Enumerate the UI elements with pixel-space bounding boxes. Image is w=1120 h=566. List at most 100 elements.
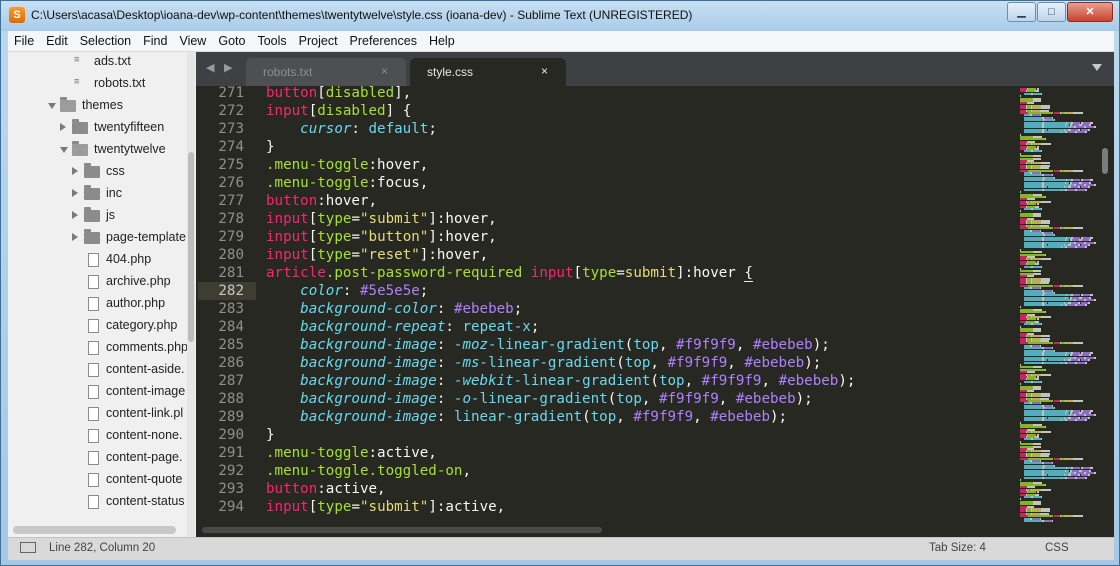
- tab-list-dropdown-icon[interactable]: [1092, 64, 1102, 71]
- sidebar-item[interactable]: css: [8, 161, 188, 183]
- code-text: cursor: default;: [300, 121, 437, 137]
- code-line[interactable]: 281 article.post-password-required input[…: [196, 264, 1008, 282]
- code-text: button:hover,: [266, 193, 378, 209]
- sidebar-item-label: robots.txt: [94, 76, 146, 90]
- tab-robots-txt[interactable]: robots.txt ×: [246, 58, 406, 86]
- sidebar-item[interactable]: author.php: [8, 293, 188, 315]
- line-number: 281: [218, 265, 244, 281]
- chevron-down-icon[interactable]: [48, 103, 56, 109]
- menu-file[interactable]: File: [8, 31, 40, 51]
- code-line[interactable]: 274}: [196, 138, 1008, 156]
- sidebar-item[interactable]: archive.php: [8, 271, 188, 293]
- code-line[interactable]: 273 cursor: default;: [196, 120, 1008, 138]
- code-line[interactable]: 287 background-image: -webkit-linear-gra…: [196, 372, 1008, 390]
- syntax-mode[interactable]: CSS: [1045, 542, 1069, 554]
- code-text: background-color: #ebebeb;: [300, 301, 523, 317]
- sidebar-item[interactable]: content-status: [8, 491, 188, 513]
- menu-find[interactable]: Find: [137, 31, 173, 51]
- editor-horizontal-scrollbar[interactable]: [202, 527, 602, 533]
- code-text: .menu-toggle:hover,: [266, 157, 429, 173]
- menu-project[interactable]: Project: [293, 31, 344, 51]
- line-number: 290: [218, 427, 244, 443]
- sidebar-item[interactable]: js: [8, 205, 188, 227]
- code-line[interactable]: 294 input[type="submit"]:active,: [196, 498, 1008, 516]
- code-editor[interactable]: 271 button[disabled], 272 input[disabled] {…: [196, 86, 1114, 537]
- close-button[interactable]: ✕: [1067, 2, 1113, 22]
- code-line[interactable]: 291 .menu-toggle:active,: [196, 444, 1008, 462]
- tab-bar: ◀ ▶ robots.txt × style.css ×: [196, 52, 1114, 86]
- code-line[interactable]: 290}: [196, 426, 1008, 444]
- code-text: input[type="reset"]:hover,: [266, 247, 489, 263]
- line-number: 272: [218, 103, 244, 119]
- code-line[interactable]: 271 button[disabled],: [196, 86, 1008, 102]
- code-line[interactable]: 283 background-color: #ebebeb;: [196, 300, 1008, 318]
- sidebar-item[interactable]: page-template: [8, 227, 188, 249]
- title-bar[interactable]: S C:\Users\acasa\Desktop\ioana-dev\wp-co…: [1, 1, 1119, 31]
- menu-help[interactable]: Help: [423, 31, 461, 51]
- folder-icon: [84, 185, 100, 200]
- tab-close-icon[interactable]: ×: [541, 64, 548, 78]
- sidebar-item[interactable]: content-quote: [8, 469, 188, 491]
- maximize-button[interactable]: □: [1037, 2, 1066, 22]
- chevron-right-icon[interactable]: [72, 233, 78, 241]
- tab-close-icon[interactable]: ×: [381, 64, 388, 78]
- code-line[interactable]: 288 background-image: -o-linear-gradient…: [196, 390, 1008, 408]
- minimap[interactable]: [1018, 86, 1104, 526]
- sidebar-item[interactable]: inc: [8, 183, 188, 205]
- sidebar-item[interactable]: themes: [8, 95, 188, 117]
- code-line[interactable]: 278 input[type="submit"]:hover,: [196, 210, 1008, 228]
- code-line[interactable]: 284 background-repeat: repeat-x;: [196, 318, 1008, 336]
- chevron-down-icon[interactable]: [60, 147, 68, 153]
- editor-scrollbar[interactable]: [1101, 86, 1109, 526]
- sidebar-item[interactable]: category.php: [8, 315, 188, 337]
- sidebar-item-label: content-link.pl: [106, 406, 184, 420]
- code-line[interactable]: 280 input[type="reset"]:hover,: [196, 246, 1008, 264]
- code-line[interactable]: 282 color: #5e5e5e;: [196, 282, 1008, 300]
- sidebar-item[interactable]: content-link.pl: [8, 403, 188, 425]
- code-line[interactable]: 272 input[disabled] {: [196, 102, 1008, 120]
- sidebar-scrollbar[interactable]: [187, 52, 195, 537]
- sidebar-item-label: author.php: [106, 296, 166, 310]
- sidebar-scroll-thumb[interactable]: [188, 152, 194, 342]
- menu-view[interactable]: View: [173, 31, 212, 51]
- tab-nav-arrows[interactable]: ◀ ▶: [206, 61, 235, 74]
- sidebar-item[interactable]: comments.php: [8, 337, 188, 359]
- sidebar-item[interactable]: content-aside.: [8, 359, 188, 381]
- sidebar-item[interactable]: ≡ ads.txt: [8, 52, 188, 73]
- sidebar-item-label: ads.txt: [94, 54, 131, 68]
- code-line[interactable]: 292 .menu-toggle.toggled-on,: [196, 462, 1008, 480]
- code-line[interactable]: 293 button:active,: [196, 480, 1008, 498]
- menu-tools[interactable]: Tools: [251, 31, 292, 51]
- code-line[interactable]: 275 .menu-toggle:hover,: [196, 156, 1008, 174]
- sidebar-item[interactable]: 404.php: [8, 249, 188, 271]
- sidebar-item[interactable]: twentytwelve: [8, 139, 188, 161]
- editor-scroll-thumb[interactable]: [1102, 148, 1108, 174]
- panel-toggle-icon[interactable]: [20, 542, 36, 553]
- sidebar-item[interactable]: content-image: [8, 381, 188, 403]
- sidebar-item[interactable]: content-none.: [8, 425, 188, 447]
- line-number: 278: [218, 211, 244, 227]
- menu-goto[interactable]: Goto: [212, 31, 251, 51]
- menu-selection[interactable]: Selection: [74, 31, 137, 51]
- minimize-button[interactable]: ▁: [1007, 2, 1036, 22]
- code-line[interactable]: 289 background-image: linear-gradient(to…: [196, 408, 1008, 426]
- chevron-right-icon[interactable]: [72, 211, 78, 219]
- sidebar-horizontal-scrollbar[interactable]: [13, 526, 176, 534]
- file-icon: [88, 495, 99, 509]
- code-line[interactable]: 285 background-image: -moz-linear-gradie…: [196, 336, 1008, 354]
- menu-edit[interactable]: Edit: [40, 31, 74, 51]
- sidebar-item[interactable]: twentyfifteen: [8, 117, 188, 139]
- tab-style-css[interactable]: style.css ×: [410, 58, 566, 86]
- code-line[interactable]: 279 input[type="button"]:hover,: [196, 228, 1008, 246]
- sidebar-item-label: content-image: [106, 384, 186, 398]
- sidebar-item[interactable]: ≡ robots.txt: [8, 73, 188, 95]
- sidebar-item[interactable]: content-page.: [8, 447, 188, 469]
- code-line[interactable]: 277 button:hover,: [196, 192, 1008, 210]
- tab-size[interactable]: Tab Size: 4: [929, 542, 986, 554]
- code-line[interactable]: 276 .menu-toggle:focus,: [196, 174, 1008, 192]
- chevron-right-icon[interactable]: [72, 167, 78, 175]
- code-line[interactable]: 286 background-image: -ms-linear-gradien…: [196, 354, 1008, 372]
- menu-preferences[interactable]: Preferences: [344, 31, 423, 51]
- chevron-right-icon[interactable]: [60, 123, 66, 131]
- chevron-right-icon[interactable]: [72, 189, 78, 197]
